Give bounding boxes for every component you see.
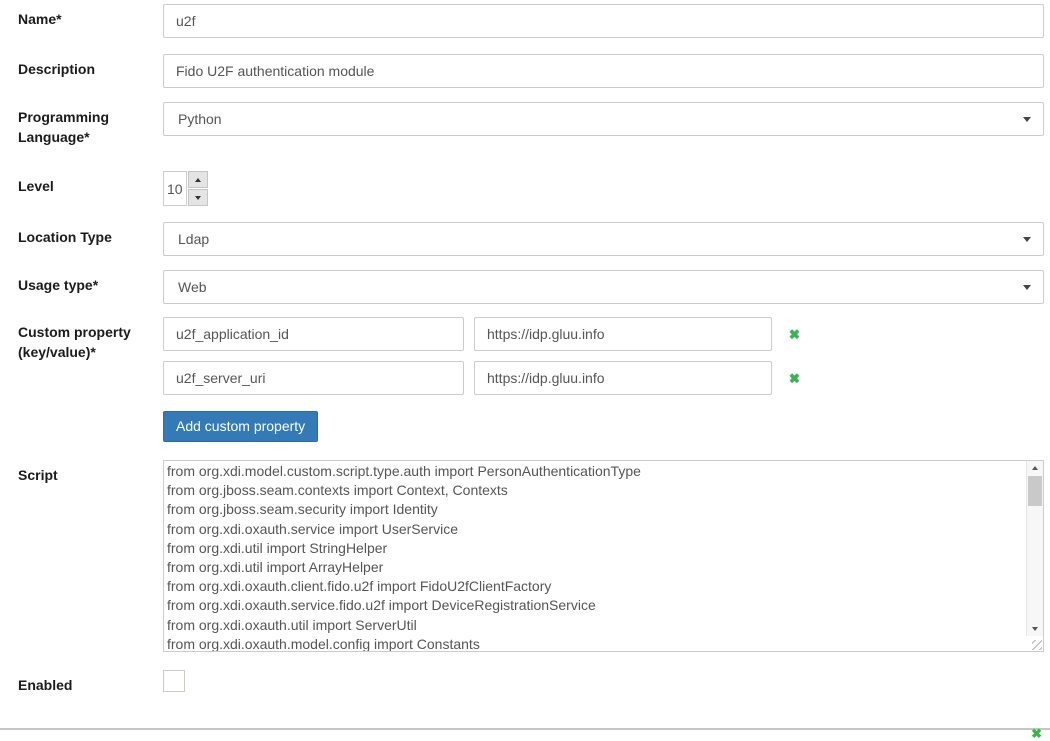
script-content[interactable]: from org.xdi.model.custom.script.type.au… (164, 461, 1026, 651)
form-row-programming-language: Programming Language* Python (0, 102, 1050, 147)
remove-property-icon[interactable]: ✖ (789, 328, 800, 341)
programming-language-selected-value: Python (178, 111, 222, 127)
custom-property-key-input[interactable] (163, 317, 464, 351)
description-input[interactable] (163, 54, 1044, 88)
scrollbar-down-button[interactable] (1027, 622, 1043, 636)
enabled-label: Enabled (0, 670, 163, 695)
footer-cross-icon[interactable]: ✖ (1031, 727, 1042, 740)
custom-properties-label: Custom property (key/value)* (0, 317, 163, 362)
form-row-level: Level (0, 171, 1050, 206)
usage-type-label: Usage type* (0, 270, 163, 295)
chevron-up-icon (1032, 466, 1038, 470)
script-textarea[interactable]: from org.xdi.model.custom.script.type.au… (163, 460, 1044, 652)
custom-property-key-input[interactable] (163, 361, 464, 395)
form-row-custom-properties: Custom property (key/value)* ✖ ✖ Add cus… (0, 317, 1050, 442)
name-label: Name* (0, 4, 163, 29)
form-row-usage-type: Usage type* Web (0, 270, 1050, 304)
level-spinner (163, 171, 208, 206)
enabled-checkbox[interactable] (163, 670, 185, 692)
add-custom-property-button[interactable]: Add custom property (163, 411, 318, 442)
script-scrollbar[interactable] (1026, 461, 1043, 636)
custom-property-value-input[interactable] (474, 317, 772, 351)
location-type-selected-value: Ldap (178, 231, 209, 247)
form-row-script: Script from org.xdi.model.custom.script.… (0, 460, 1050, 652)
custom-property-row: ✖ (163, 361, 1044, 395)
usage-type-selected-value: Web (178, 279, 207, 295)
programming-language-select[interactable]: Python (163, 102, 1044, 136)
chevron-up-icon (195, 178, 201, 182)
resize-grip-icon (1032, 640, 1042, 650)
chevron-down-icon (195, 196, 201, 200)
form-row-enabled: Enabled (0, 670, 1050, 695)
custom-script-form: Name* Description Programming Language* … (0, 0, 1050, 736)
name-input[interactable] (163, 4, 1044, 38)
description-label: Description (0, 54, 163, 79)
custom-property-row: ✖ (163, 317, 1044, 351)
level-spinner-buttons (188, 171, 208, 206)
chevron-down-icon (1023, 285, 1031, 290)
chevron-down-icon (1032, 627, 1038, 631)
scrollbar-up-button[interactable] (1027, 461, 1043, 475)
level-input[interactable] (163, 171, 187, 206)
footer-divider (0, 728, 1050, 730)
scrollbar-thumb[interactable] (1028, 476, 1042, 506)
location-type-label: Location Type (0, 222, 163, 247)
form-row-location-type: Location Type Ldap (0, 222, 1050, 256)
chevron-down-icon (1023, 237, 1031, 242)
remove-property-icon[interactable]: ✖ (789, 372, 800, 385)
textarea-resize-corner[interactable] (1027, 636, 1043, 651)
level-decrement-button[interactable] (188, 189, 208, 206)
script-label: Script (0, 460, 163, 485)
form-row-description: Description (0, 54, 1050, 88)
usage-type-select[interactable]: Web (163, 270, 1044, 304)
custom-property-value-input[interactable] (474, 361, 772, 395)
chevron-down-icon (1023, 117, 1031, 122)
location-type-select[interactable]: Ldap (163, 222, 1044, 256)
programming-language-label: Programming Language* (0, 102, 163, 147)
level-increment-button[interactable] (188, 171, 208, 188)
form-row-name: Name* (0, 4, 1050, 38)
level-label: Level (0, 171, 163, 196)
